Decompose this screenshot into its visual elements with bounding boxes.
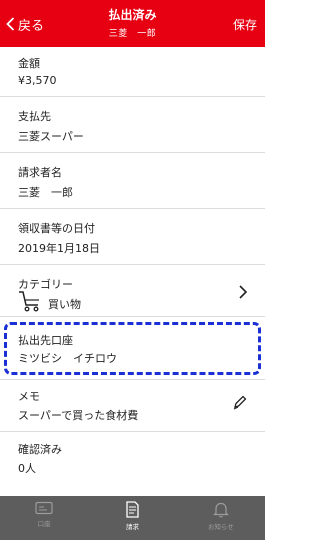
category-section[interactable]: カテゴリー 買い物 [0, 265, 265, 317]
category-value: 買い物 [48, 298, 81, 311]
payee-value: 三菱スーパー [18, 130, 84, 143]
save-button[interactable]: 保存 [233, 16, 257, 33]
tab-account-label: 口座 [37, 520, 51, 528]
document-icon [126, 501, 140, 518]
chevron-right-icon [239, 285, 247, 299]
memo-value: スーパーで買った食材費 [18, 409, 139, 422]
account-highlight-box [4, 322, 261, 375]
tab-notifications-label: お知らせ [207, 523, 234, 531]
tab-account[interactable]: 口座 [0, 496, 88, 540]
requester-value: 三菱 一郎 [18, 186, 73, 199]
page-title: 払出済み [108, 8, 157, 22]
tab-notifications[interactable]: お知らせ [177, 496, 265, 540]
requester-label: 請求者名 [18, 166, 62, 179]
header-bar: 戻る 払出済み 三菱 一郎 保存 [0, 0, 265, 47]
payee-label: 支払先 [18, 110, 51, 123]
pencil-icon[interactable] [233, 394, 247, 410]
memo-label: メモ [18, 390, 40, 403]
receipt-date-label: 領収書等の日付 [18, 222, 95, 235]
confirmed-value: 0人 [18, 462, 36, 475]
memo-section[interactable]: メモ スーパーで買った食材費 [0, 380, 265, 432]
tab-bar: 口座 請求 お知らせ [0, 496, 265, 540]
payee-section: 支払先 三菱スーパー [0, 97, 265, 153]
confirmed-section: 確認済み 0人 [0, 432, 265, 496]
receipt-date-section[interactable]: 領収書等の日付 2019年1月18日 [0, 209, 265, 265]
card-icon [35, 501, 53, 515]
confirmed-label: 確認済み [18, 443, 62, 456]
page-subtitle: 三菱 一郎 [108, 29, 157, 39]
bell-icon [212, 502, 229, 518]
amount-section: 金額 ¥3,570 [0, 47, 265, 97]
shopping-cart-icon [19, 291, 39, 312]
tab-request-label: 請求 [125, 523, 139, 531]
receipt-date-value: 2019年1月18日 [18, 242, 100, 255]
tab-request[interactable]: 請求 [88, 496, 176, 540]
requester-section: 請求者名 三菱 一郎 [0, 153, 265, 209]
amount-value: ¥3,570 [18, 74, 57, 87]
amount-label: 金額 [18, 57, 40, 70]
